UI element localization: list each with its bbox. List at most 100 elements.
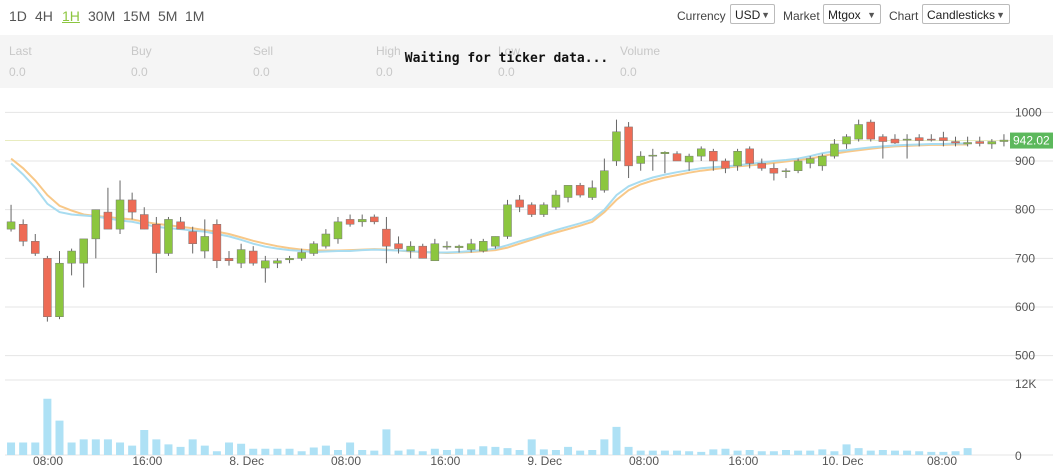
candle-body (660, 151, 670, 154)
candle-body (648, 154, 658, 157)
volume-bar (309, 447, 318, 455)
candle-body (491, 236, 500, 247)
candle-body (382, 228, 391, 247)
candle-body (454, 245, 464, 248)
candle-body (6, 221, 16, 230)
volume-bar (91, 439, 100, 455)
candle-body (442, 245, 452, 248)
candle-body (999, 139, 1009, 142)
volume-bar (806, 450, 815, 455)
volume-bar (67, 442, 76, 455)
candle-body (91, 209, 101, 240)
volume-bar (769, 451, 778, 455)
volume-bar (685, 451, 694, 455)
volume-bar (600, 439, 609, 455)
volume-bar (757, 451, 766, 455)
candle-body (830, 143, 839, 157)
candle-body (418, 245, 427, 259)
current-price-label: 942.02 (1013, 134, 1050, 148)
candle-body (902, 138, 912, 141)
x-tick-label: 08:00 (927, 454, 957, 468)
volume-bar (963, 448, 972, 455)
volume-tick-label: 12K (1015, 377, 1036, 391)
candle-body (127, 199, 137, 213)
volume-bar (200, 445, 209, 455)
volume-bar (418, 451, 427, 455)
candle-body (709, 151, 718, 162)
volume-bar (503, 448, 512, 455)
candle-body (612, 131, 621, 162)
candle-body (31, 241, 40, 254)
candle-body (890, 138, 900, 144)
candle-body (733, 151, 742, 167)
candle-body (285, 258, 294, 261)
price-tick-label: 500 (1015, 349, 1035, 363)
volume-bar (576, 450, 585, 455)
price-tick-label: 1000 (1015, 105, 1042, 119)
volume-bar (612, 426, 621, 455)
price-tick-label: 700 (1015, 251, 1035, 265)
volume-bar (564, 446, 573, 455)
x-tick-label: 08:00 (331, 454, 361, 468)
volume-bar (673, 450, 682, 455)
volume-bar (285, 448, 294, 455)
candle-body (67, 250, 76, 264)
candle-body (624, 126, 633, 167)
candle-body (745, 148, 754, 164)
volume-bar (890, 450, 899, 455)
candle-body (406, 245, 415, 252)
volume-bar (515, 450, 524, 455)
candle-body (636, 155, 645, 164)
x-tick-label: 10. Dec (822, 454, 863, 468)
candle-body (236, 249, 246, 264)
candle-body (757, 163, 767, 169)
candle-body (321, 233, 331, 247)
candle-body (515, 199, 524, 208)
candle-body (479, 241, 488, 252)
candle-body (273, 260, 282, 264)
candle-body (854, 124, 863, 140)
candle-body (551, 194, 561, 208)
price-chart[interactable]: 500 600 700 800 900 1000 0 12K 942.02 08:00 16:00 8… (0, 0, 1053, 470)
volume-bar (382, 429, 391, 455)
candle-body (200, 236, 210, 252)
volume-bar (527, 439, 536, 455)
candle-body (430, 243, 440, 262)
volume-bar (321, 445, 330, 455)
volume-bar (164, 444, 173, 455)
candle-body (927, 138, 936, 141)
volume-bar (479, 446, 488, 455)
candle-body (188, 231, 197, 244)
volume-bar (273, 448, 282, 455)
volume-bar (406, 449, 415, 455)
candle-body (224, 258, 234, 262)
volume-bar (103, 439, 112, 455)
candle-body (79, 238, 88, 264)
candle-body (248, 250, 258, 264)
candle-body (684, 155, 694, 163)
candle-body (987, 141, 997, 145)
candle-body (818, 155, 827, 167)
candle-body (805, 158, 815, 164)
volume-bar (370, 450, 379, 455)
candle-body (297, 252, 306, 259)
candle-body (672, 153, 682, 162)
volume-bar (140, 430, 149, 455)
candle-body (18, 224, 28, 242)
candle-body (345, 219, 355, 225)
price-tick-label: 900 (1015, 154, 1035, 168)
candle-body (975, 141, 984, 144)
candle-body (600, 170, 609, 191)
volume-bar (794, 450, 803, 455)
x-tick-label: 16:00 (430, 454, 460, 468)
volume-bar (152, 439, 161, 455)
candle-body (43, 258, 52, 317)
volume-bar (588, 450, 597, 455)
candle-body (793, 160, 803, 171)
x-tick-label: 16:00 (728, 454, 758, 468)
volume-bar (467, 449, 476, 455)
price-tick-label: 600 (1015, 300, 1035, 314)
candle-body (261, 260, 270, 269)
candle-body (466, 243, 476, 250)
volume-bar (188, 439, 197, 455)
